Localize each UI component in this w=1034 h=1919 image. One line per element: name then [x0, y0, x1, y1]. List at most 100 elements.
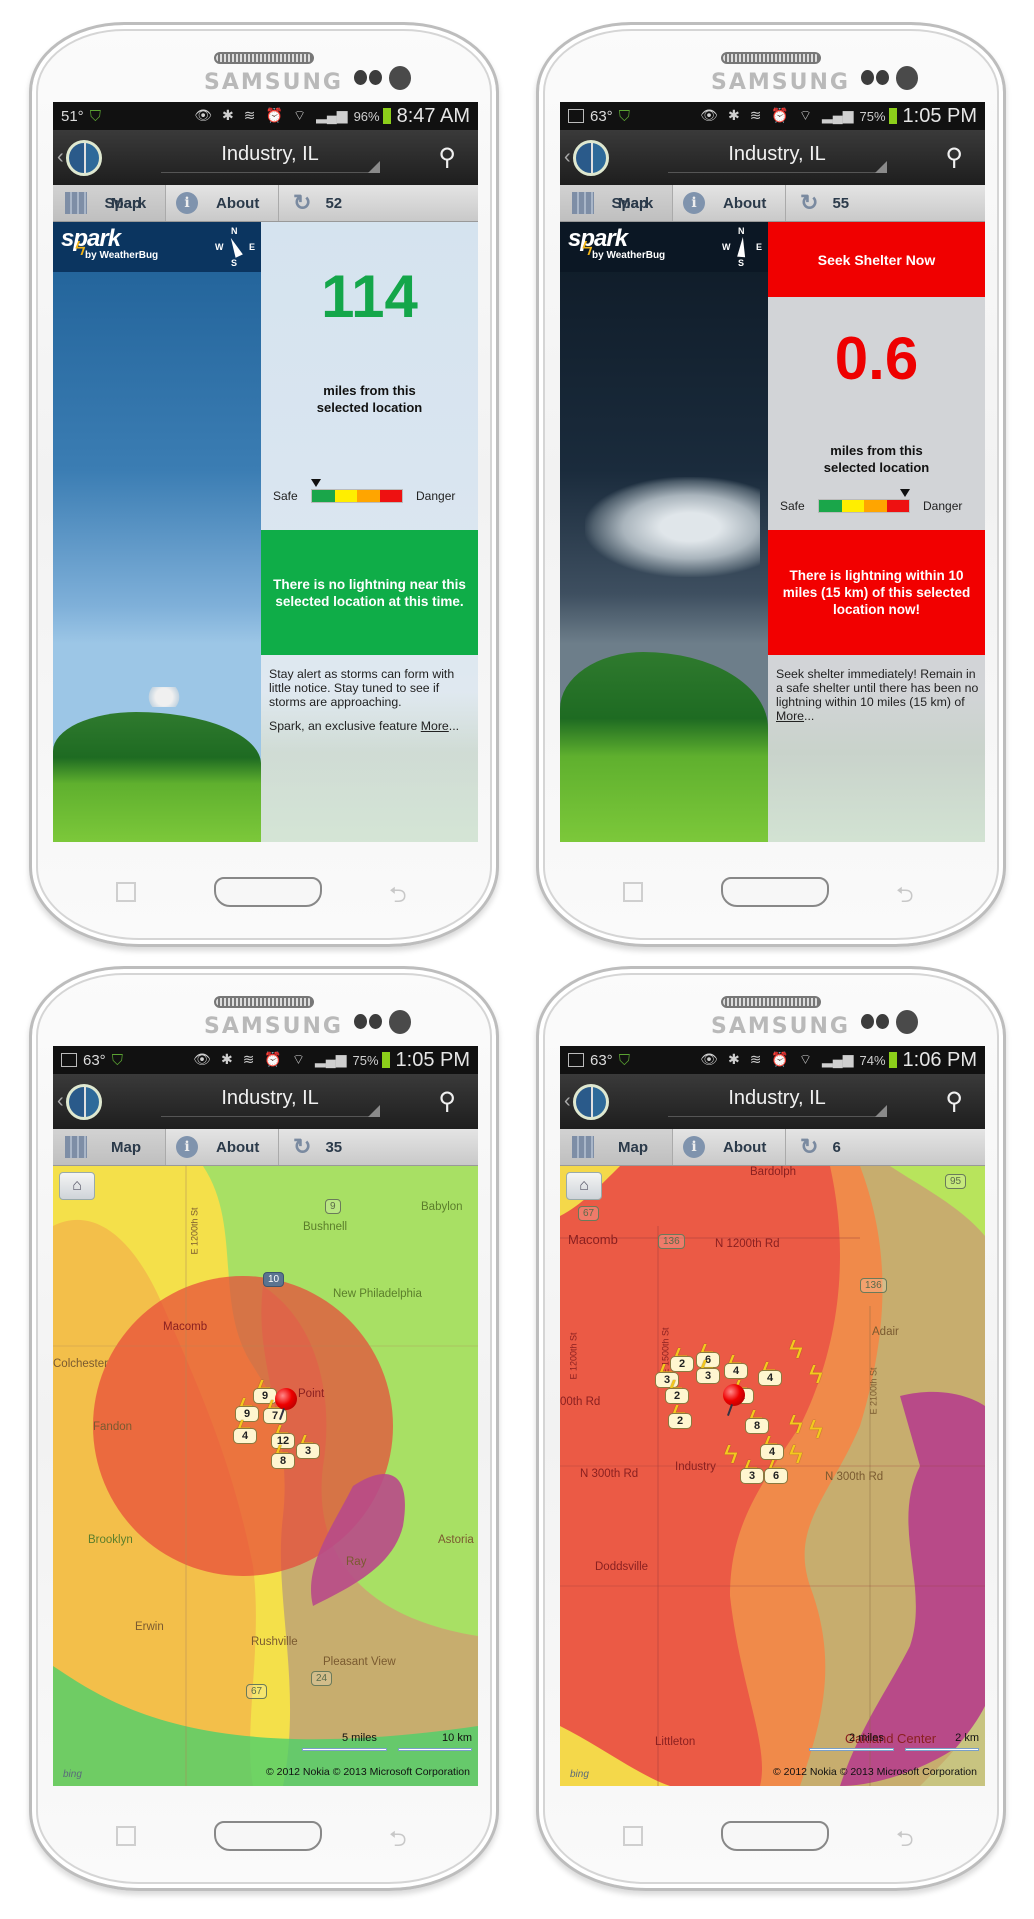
tab-about[interactable]: i About: [166, 1129, 279, 1165]
back-chevron-icon[interactable]: ‹: [564, 1090, 571, 1113]
map-view[interactable]: ⌂ Bardolph Macomb N 1200th Rd Adair E 12…: [560, 1166, 985, 1786]
map-label: Babylon: [421, 1201, 463, 1213]
menu-key[interactable]: [623, 1826, 643, 1846]
weatherbug-logo-icon[interactable]: [572, 139, 609, 176]
back-chevron-icon[interactable]: ‹: [57, 146, 64, 169]
back-key[interactable]: ⮌: [389, 1822, 407, 1860]
strike-count: 8: [271, 1453, 295, 1469]
front-camera-icon: [389, 66, 411, 90]
back-chevron-icon[interactable]: ‹: [57, 1090, 64, 1113]
alarm-icon: ⏰: [265, 107, 283, 123]
spark-view: spark ϟ by WeatherBug N W E S 114 miles …: [53, 222, 478, 842]
screen: 63° ⛉ 👁 ✱ ≋ ⏰ ⌔ ▂▄▆ 75% 1:05 PM ‹ Indust…: [53, 1046, 478, 1786]
status-bar: 51° ⛉ 👁 ✱ ≋ ⏰ ⌔ ▂▄▆ 96% 8:47 AM: [53, 102, 478, 130]
lightning-strike-marker[interactable]: ϟ3: [296, 1431, 324, 1465]
ellipsis: ...: [448, 719, 460, 733]
refresh-button[interactable]: ↻ 35: [279, 1129, 478, 1165]
map-copyright: © 2012 Nokia © 2013 Microsoft Corporatio…: [266, 1766, 470, 1778]
tab-about[interactable]: i About: [166, 185, 279, 221]
lightning-strike-marker[interactable]: ϟ: [805, 1361, 833, 1395]
lightning-strike-marker[interactable]: ϟ: [720, 1441, 748, 1475]
more-link[interactable]: More: [421, 719, 449, 733]
refresh-button[interactable]: ↻ 6: [786, 1129, 985, 1165]
tab-map[interactable]: Map: [560, 1129, 673, 1165]
refresh-icon: ↻: [293, 1134, 312, 1159]
location-selector[interactable]: Industry, IL: [102, 1087, 439, 1117]
map-label: 00th Rd: [560, 1396, 601, 1408]
map-view[interactable]: ⌂ Babylon Bushnell New Philadelphia Maco…: [53, 1166, 478, 1786]
meter-seg: [886, 500, 909, 512]
location-name[interactable]: Industry, IL: [161, 143, 379, 173]
map-label: Littleton: [655, 1736, 696, 1748]
selected-location-pin[interactable]: [723, 1384, 745, 1406]
location-name[interactable]: Industry, IL: [161, 1087, 379, 1117]
battery-icon: [382, 108, 391, 124]
screen: 51° ⛉ 👁 ✱ ≋ ⏰ ⌔ ▂▄▆ 96% 8:47 AM ‹ Indust…: [53, 102, 478, 842]
back-key[interactable]: ⮌: [389, 878, 407, 916]
lightning-strike-marker[interactable]: ϟ: [785, 1441, 813, 1475]
spark-logo-sub: by WeatherBug: [85, 250, 159, 261]
tab-about[interactable]: i About: [673, 185, 786, 221]
clock: 1:05 PM: [902, 104, 977, 127]
brand-logo: SAMSUNG: [711, 70, 850, 95]
location-name[interactable]: Industry, IL: [668, 143, 886, 173]
lightning-strike-marker[interactable]: ϟ8: [271, 1441, 299, 1475]
battery-icon: [381, 1052, 390, 1068]
location-pin-icon[interactable]: ⚲: [438, 143, 456, 172]
tab-label: About: [216, 1138, 260, 1156]
caption-line: miles from this: [323, 383, 416, 398]
info-icon: i: [683, 1136, 705, 1158]
spark-header: spark ϟ by WeatherBug N W E S: [53, 222, 261, 272]
map-home-button[interactable]: ⌂: [59, 1172, 95, 1200]
weatherbug-logo-icon[interactable]: [65, 1083, 102, 1120]
home-button[interactable]: [214, 1821, 322, 1851]
tab-map[interactable]: Map: [53, 1129, 166, 1165]
location-pin-icon[interactable]: ⚲: [945, 1087, 963, 1116]
refresh-button[interactable]: ↻ 55: [786, 185, 985, 221]
home-button[interactable]: [214, 877, 322, 907]
sensor-icon: [354, 70, 367, 85]
weatherbug-logo-icon[interactable]: [65, 139, 102, 176]
signal-icon: ▂▄▆: [315, 1051, 347, 1067]
meter-danger-label: Danger: [923, 499, 963, 513]
route-sign: 136: [658, 1234, 685, 1249]
sensor-icon: [369, 1014, 382, 1029]
back-key[interactable]: ⮌: [896, 1822, 914, 1860]
lightning-map[interactable]: ⌂ Babylon Bushnell New Philadelphia Maco…: [53, 1166, 478, 1786]
location-pin-icon[interactable]: ⚲: [438, 1087, 456, 1116]
home-button[interactable]: [721, 877, 829, 907]
home-button[interactable]: [721, 1821, 829, 1851]
lightning-map[interactable]: ⌂ Bardolph Macomb N 1200th Rd Adair E 12…: [560, 1166, 985, 1786]
tab-map[interactable]: Map: [560, 185, 673, 221]
back-chevron-icon[interactable]: ‹: [564, 146, 571, 169]
refresh-button[interactable]: ↻ 52: [279, 185, 478, 221]
lightning-strike-marker[interactable]: ϟ2: [668, 1401, 696, 1435]
tab-map[interactable]: Map: [53, 185, 166, 221]
selected-location-pin[interactable]: [275, 1388, 297, 1410]
map-label: Ray: [346, 1556, 367, 1568]
location-selector[interactable]: Industry, IL: [609, 1087, 946, 1117]
description: Seek shelter immediately! Remain in a sa…: [776, 667, 981, 723]
map-home-button[interactable]: ⌂: [566, 1172, 602, 1200]
signal-icon: ▂▄▆: [316, 107, 348, 123]
app-title-bar: ‹ Industry, IL ⚲: [560, 130, 985, 185]
back-key[interactable]: ⮌: [896, 878, 914, 916]
location-name[interactable]: Industry, IL: [668, 1087, 886, 1117]
lightning-strike-marker[interactable]: ϟ4: [233, 1416, 261, 1450]
menu-key[interactable]: [116, 882, 136, 902]
more-link[interactable]: More: [776, 709, 804, 723]
menu-key[interactable]: [623, 882, 643, 902]
refresh-icon: ↻: [800, 1134, 819, 1159]
location-selector[interactable]: Industry, IL: [609, 143, 946, 173]
seek-shelter-banner: Seek Shelter Now: [768, 222, 985, 297]
lightning-strike-marker[interactable]: ϟ4: [758, 1358, 786, 1392]
tab-label: About: [723, 194, 767, 212]
lightning-strike-marker[interactable]: ϟ3: [696, 1356, 724, 1390]
spark-info-panel: 114 miles from this selected location Saf…: [261, 222, 478, 842]
menu-key[interactable]: [116, 1826, 136, 1846]
location-pin-icon[interactable]: ⚲: [945, 143, 963, 172]
location-selector[interactable]: Industry, IL: [102, 143, 439, 173]
strike-count: 4: [758, 1370, 782, 1386]
weatherbug-logo-icon[interactable]: [572, 1083, 609, 1120]
tab-about[interactable]: i About: [673, 1129, 786, 1165]
